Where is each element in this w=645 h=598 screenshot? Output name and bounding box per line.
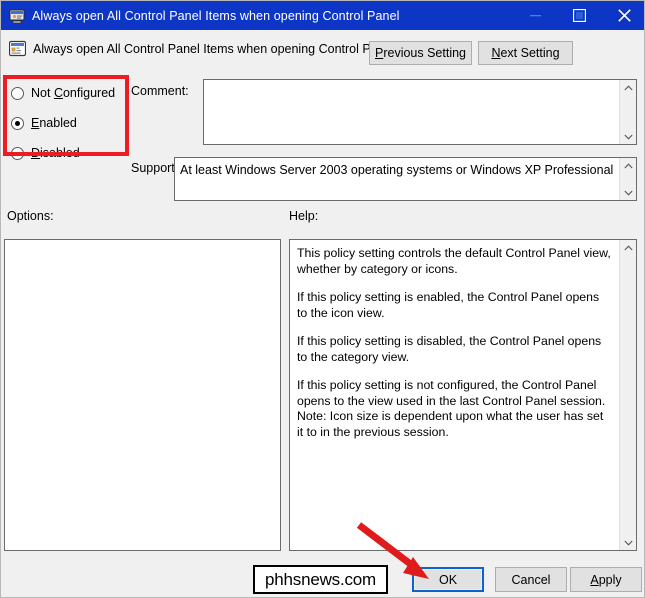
comment-value[interactable] — [204, 80, 619, 144]
window-title: Always open All Control Panel Items when… — [32, 8, 400, 23]
radio-not-configured-indicator[interactable] — [11, 86, 24, 100]
next-setting-label: Next Setting — [491, 46, 560, 60]
radio-enabled-label: Enabled — [31, 116, 77, 130]
help-paragraph: This policy setting controls the default… — [297, 246, 611, 276]
help-text: This policy setting controls the default… — [290, 240, 619, 550]
watermark: phhsnews.com — [253, 565, 388, 594]
comment-label: Comment: — [131, 84, 189, 98]
help-label: Help: — [289, 209, 319, 223]
scroll-down-icon[interactable] — [620, 129, 637, 144]
radio-not-configured-label: Not Configured — [31, 86, 116, 100]
comment-scrollbar[interactable] — [619, 80, 636, 144]
setting-header-bar: Always open All Control Panel Items when… — [1, 30, 644, 69]
help-paragraph: If this policy setting is enabled, the C… — [297, 290, 600, 320]
setting-title: Always open All Control Panel Items when… — [33, 42, 395, 56]
cancel-button[interactable]: Cancel — [495, 567, 567, 592]
cancel-button-label: Cancel — [511, 572, 551, 587]
help-panel: This policy setting controls the default… — [289, 239, 637, 551]
previous-setting-label: Previous Setting — [374, 46, 467, 60]
close-icon — [617, 9, 631, 22]
comment-field[interactable] — [203, 79, 637, 145]
policy-setting-icon — [9, 8, 25, 24]
scroll-up-icon[interactable] — [620, 158, 637, 173]
apply-button[interactable]: Apply — [570, 567, 642, 592]
radio-disabled[interactable]: Disabled — [11, 141, 123, 165]
radio-not-configured[interactable]: Not Configured — [11, 81, 123, 105]
options-label: Options: — [7, 209, 54, 223]
options-panel[interactable] — [4, 239, 281, 551]
ok-button-label: OK — [438, 572, 458, 587]
scroll-down-icon[interactable] — [620, 535, 637, 550]
maximize-button[interactable] — [557, 1, 601, 30]
title-bar: Always open All Control Panel Items when… — [1, 1, 644, 30]
minimize-button[interactable] — [513, 1, 557, 30]
previous-setting-button[interactable]: Previous Setting — [369, 41, 472, 65]
supported-on-field[interactable]: At least Windows Server 2003 operating s… — [174, 157, 637, 201]
help-paragraph: If this policy setting is disabled, the … — [297, 334, 602, 364]
policy-document-icon — [8, 40, 27, 57]
radio-enabled-indicator[interactable] — [11, 116, 24, 130]
help-scrollbar[interactable] — [619, 240, 636, 550]
scroll-down-icon[interactable] — [620, 185, 637, 200]
options-content — [5, 240, 280, 252]
ok-button[interactable]: OK — [412, 567, 484, 592]
help-paragraph: Note: Icon size is dependent upon what t… — [297, 409, 604, 439]
scroll-up-icon[interactable] — [620, 240, 637, 255]
maximize-icon — [572, 9, 586, 22]
radio-disabled-indicator[interactable] — [11, 146, 24, 160]
watermark-text: phhsnews.com — [265, 569, 376, 589]
help-paragraph: If this policy setting is not configured… — [297, 378, 606, 408]
apply-button-label: Apply — [590, 572, 622, 587]
minimize-icon — [529, 15, 541, 17]
supported-on-value: At least Windows Server 2003 operating s… — [180, 163, 614, 177]
radio-disabled-label: Disabled — [31, 146, 80, 160]
next-setting-button[interactable]: Next Setting — [478, 41, 573, 65]
group-policy-setting-dialog: Always open All Control Panel Items when… — [0, 0, 645, 598]
scroll-up-icon[interactable] — [620, 80, 637, 95]
supported-on-scrollbar[interactable] — [619, 158, 636, 200]
close-button[interactable] — [602, 1, 644, 30]
policy-state-radio-group: Not Configured Enabled Disabled — [11, 81, 123, 171]
radio-enabled[interactable]: Enabled — [11, 111, 123, 135]
